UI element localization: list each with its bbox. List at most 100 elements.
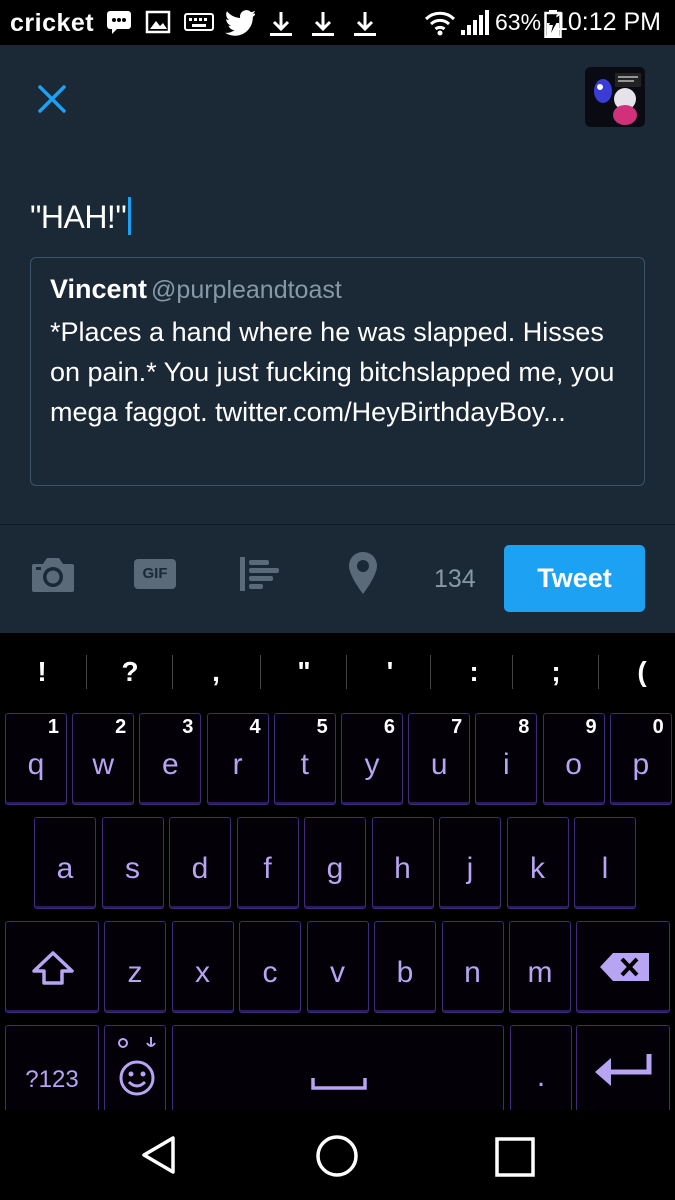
key-p[interactable]: p0 [609,713,672,805]
key-m[interactable]: m [509,921,571,1013]
key-label: k [530,852,545,885]
download-icon [312,12,334,36]
compose-toolbar: GIF 134 Tweet [0,525,675,633]
battery-percent: 63% [495,9,542,35]
key-label: d [191,852,209,885]
quoted-tweet-card[interactable]: Vincent @purpleandtoast *Places a hand wh… [30,257,645,486]
gif-button[interactable]: GIF [134,559,176,589]
camera-icon[interactable] [30,555,76,595]
tweet-input-text: "HAH!" [30,199,127,235]
key-v[interactable]: v [306,921,369,1013]
symbol-key[interactable]: ' [348,633,432,711]
symbol-separator [598,655,599,689]
key-label: c [262,956,278,989]
backspace-icon [600,953,649,981]
key-label: o [565,748,582,781]
key-x[interactable]: x [171,921,234,1013]
key-label: v [330,956,345,989]
key-r[interactable]: r4 [206,713,269,805]
key-u[interactable]: u7 [408,713,471,805]
symbols-mode-key[interactable]: ?123 [5,1025,99,1117]
tweet-input[interactable]: "HAH!" [30,197,132,236]
recents-icon[interactable] [494,1136,536,1178]
key-label: s [125,852,140,885]
key-j[interactable]: j [439,817,501,909]
key-label: 1 [47,716,59,738]
symbol-key[interactable]: : [432,633,516,711]
key-b[interactable]: b [374,921,436,1013]
key-s[interactable]: s [101,817,164,909]
twitter-bird-icon [225,10,255,36]
key-label: w [92,748,115,781]
symbol-key[interactable]: , [174,633,258,711]
key-t[interactable]: t5 [273,713,336,805]
quoted-author-name: Vincent [50,274,148,304]
key-label: t [300,748,309,781]
home-icon[interactable] [315,1134,359,1178]
key-e[interactable]: e3 [139,713,202,805]
location-pin-icon[interactable] [348,551,378,595]
shift-icon [32,951,74,985]
quoted-author: Vincent @purpleandtoast [50,274,342,305]
key-w[interactable]: w2 [72,713,135,805]
key-n[interactable]: n [441,921,504,1013]
symbol-key[interactable]: " [262,633,346,711]
emoji-icon [118,1037,156,1096]
key-k[interactable]: k [506,817,569,909]
key-label: ?123 [25,1066,79,1093]
compose-screen: "HAH!" Vincent @purpleandtoast *Places a … [0,45,675,633]
key-label: u [430,748,448,781]
avatar[interactable] [585,67,645,127]
poll-icon[interactable] [240,557,282,591]
key-label: l [601,852,609,885]
key-label: f [263,852,272,885]
spacebar[interactable] [172,1025,504,1117]
key-i[interactable]: i8 [475,713,538,805]
symbol-separator [346,655,347,689]
key-g[interactable]: g [304,817,366,909]
key-a[interactable]: a [34,817,96,909]
key-label: h [394,852,411,885]
enter-key[interactable] [576,1025,670,1117]
symbol-separator [430,655,431,689]
keyboard: !?, " ':;( q1w2e3r4t5y6u7i8o9p0asdfghjklzx… [0,633,675,1117]
symbol-key[interactable]: ; [514,633,598,711]
key-h[interactable]: h [371,817,434,909]
key-label: 6 [383,716,395,738]
key-o[interactable]: o9 [542,713,605,805]
key-label: 7 [451,716,463,738]
key-label: m [527,956,553,989]
key-c[interactable]: c [239,921,301,1013]
key-l[interactable]: l [574,817,636,909]
key-y[interactable]: y6 [341,713,403,805]
key-label: i [503,748,510,781]
key-label: 4 [249,716,261,738]
key-z[interactable]: z [104,921,166,1013]
carrier-name: cricket [10,9,95,37]
key-d[interactable]: d [169,817,231,909]
image-icon [145,10,171,34]
key-label: 3 [182,716,194,738]
key-label: 0 [652,716,664,738]
backspace-key[interactable] [576,921,670,1013]
symbol-key[interactable]: ( [600,633,675,711]
key-f[interactable]: f [236,817,299,909]
key-label: 5 [316,716,328,738]
tweet-button[interactable]: Tweet [504,545,645,612]
symbol-suggestion-row: !?, " ':;( [0,633,675,711]
key-label: z [127,956,143,989]
space-icon [311,1078,367,1090]
symbol-key[interactable]: ? [88,633,172,711]
key-q[interactable]: q1 [5,713,67,805]
key-label: n [464,956,481,989]
keyboard-icon [184,13,214,31]
avatar-image [585,67,645,127]
symbol-key[interactable]: ! [0,633,84,711]
emoji-key[interactable] [104,1025,166,1117]
key-label: . [536,1060,546,1093]
back-icon[interactable] [138,1134,180,1176]
shift-key[interactable] [5,921,99,1013]
close-icon[interactable] [30,77,74,121]
key-period[interactable]: . [510,1025,572,1117]
key-label: b [396,956,414,989]
